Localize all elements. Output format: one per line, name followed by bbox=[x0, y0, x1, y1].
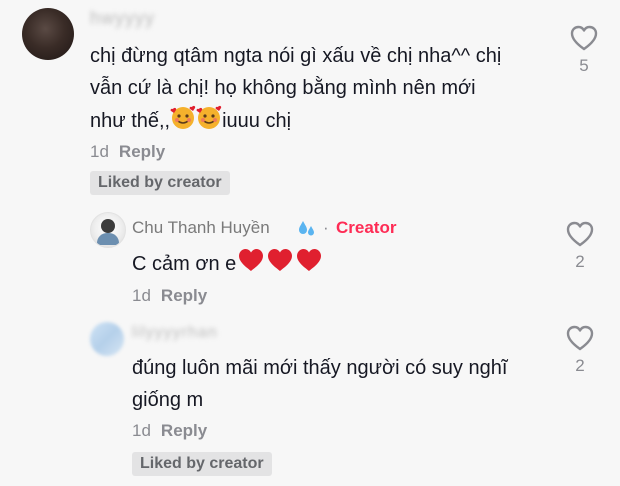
smiling-face-with-hearts-icon bbox=[196, 104, 222, 140]
comment-meta: 1d Reply bbox=[90, 142, 165, 162]
like-column: 2 bbox=[560, 324, 600, 376]
heart-outline-icon[interactable] bbox=[565, 220, 595, 248]
comment-3: lilyyyyrhan đúng luôn mãi mới thấy người… bbox=[0, 310, 620, 486]
like-column: 2 bbox=[560, 220, 600, 272]
creator-label: Creator bbox=[336, 218, 397, 237]
comment-2: Chu Thanh Huyền · Creator C cảm ơn e 1d R… bbox=[0, 200, 620, 310]
smiling-face-with-hearts-icon bbox=[170, 104, 196, 140]
heart-outline-icon[interactable] bbox=[565, 324, 595, 352]
separator-dot: · bbox=[323, 218, 329, 237]
timestamp: 1d bbox=[132, 286, 151, 305]
like-count: 5 bbox=[579, 56, 589, 75]
comment-text: C cảm ơn e bbox=[132, 247, 322, 283]
comment-meta: 1d Reply bbox=[132, 286, 207, 306]
liked-by-creator-badge: Liked by creator bbox=[90, 171, 230, 195]
username[interactable]: hwyyyy bbox=[90, 8, 155, 29]
comment-1: hwyyyy chị đừng qtâm ngta nói gì xấu về … bbox=[0, 0, 620, 200]
avatar[interactable] bbox=[90, 212, 126, 248]
reply-button[interactable]: Reply bbox=[161, 286, 207, 305]
red-heart-icon bbox=[238, 247, 322, 283]
avatar[interactable] bbox=[90, 322, 124, 356]
sweat-droplets-icon bbox=[296, 218, 318, 245]
like-column: 5 bbox=[564, 24, 604, 76]
reply-button[interactable]: Reply bbox=[161, 421, 207, 440]
liked-by-creator-badge: Liked by creator bbox=[132, 452, 272, 476]
username[interactable]: lilyyyyrhan bbox=[132, 324, 218, 342]
comment-text: chị đừng qtâm ngta nói gì xấu về chị nha… bbox=[90, 40, 501, 140]
like-count: 2 bbox=[575, 252, 585, 271]
timestamp: 1d bbox=[132, 421, 151, 440]
comment-meta: 1d Reply bbox=[132, 421, 207, 441]
like-count: 2 bbox=[575, 356, 585, 375]
avatar[interactable] bbox=[22, 8, 74, 60]
comment-text: đúng luôn mãi mới thấy người có suy nghĩ… bbox=[132, 357, 508, 411]
timestamp: 1d bbox=[90, 142, 109, 161]
heart-outline-icon[interactable] bbox=[569, 24, 599, 52]
username[interactable]: Chu Thanh Huyền bbox=[132, 218, 270, 238]
reply-button[interactable]: Reply bbox=[119, 142, 165, 161]
